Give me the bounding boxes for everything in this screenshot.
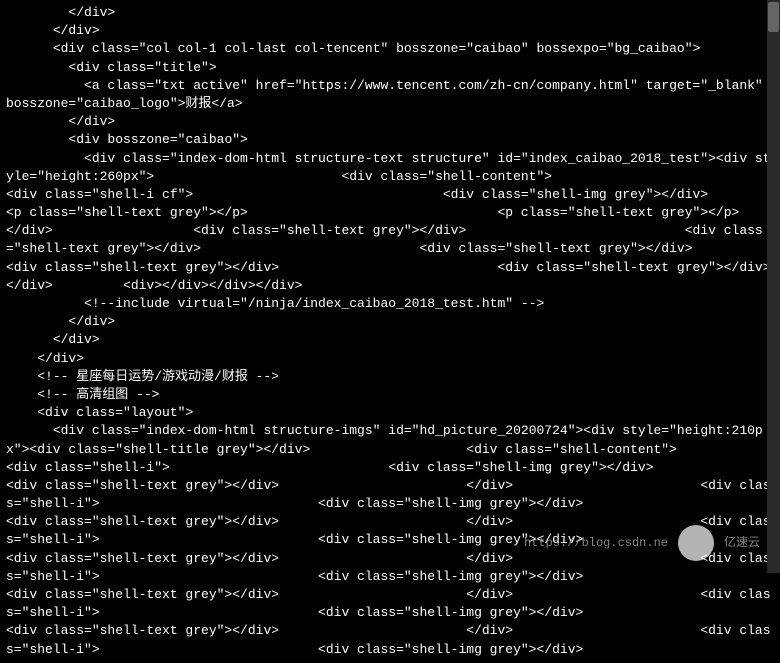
code-line: </div> [6,113,774,131]
watermark-brand: 亿速云 [724,535,760,552]
vertical-scrollbar[interactable] [767,0,780,573]
terminal-output[interactable]: </div> </div> <div class="col col-1 col-… [0,0,780,663]
watermark-overlay: https://blog.csdn.ne 亿速云 [524,525,760,561]
watermark-url: https://blog.csdn.ne [524,535,668,552]
code-line: <div class="layout"> [6,404,774,422]
code-line: <!--include virtual="/ninja/index_caibao… [6,295,774,313]
code-line: <div class="col col-1 col-last col-tence… [6,40,774,58]
code-line: <div class="index-dom-html structure-tex… [6,150,774,296]
code-line: </div> [6,350,774,368]
code-line: <div class="title"> [6,59,774,77]
code-line: <!-- 星座每日运势/游戏动漫/财报 --> [6,368,774,386]
code-line: </div> [6,331,774,349]
code-line: </div> [6,4,774,22]
scrollbar-thumb[interactable] [768,2,779,32]
code-line: <div bosszone="caibao"> [6,131,774,149]
code-line: <a class="txt active" href="https://www.… [6,77,774,113]
code-line: </div> [6,22,774,40]
code-line: </div> [6,313,774,331]
code-line: <!-- 高清组图 --> [6,386,774,404]
brand-logo-icon [678,525,714,561]
